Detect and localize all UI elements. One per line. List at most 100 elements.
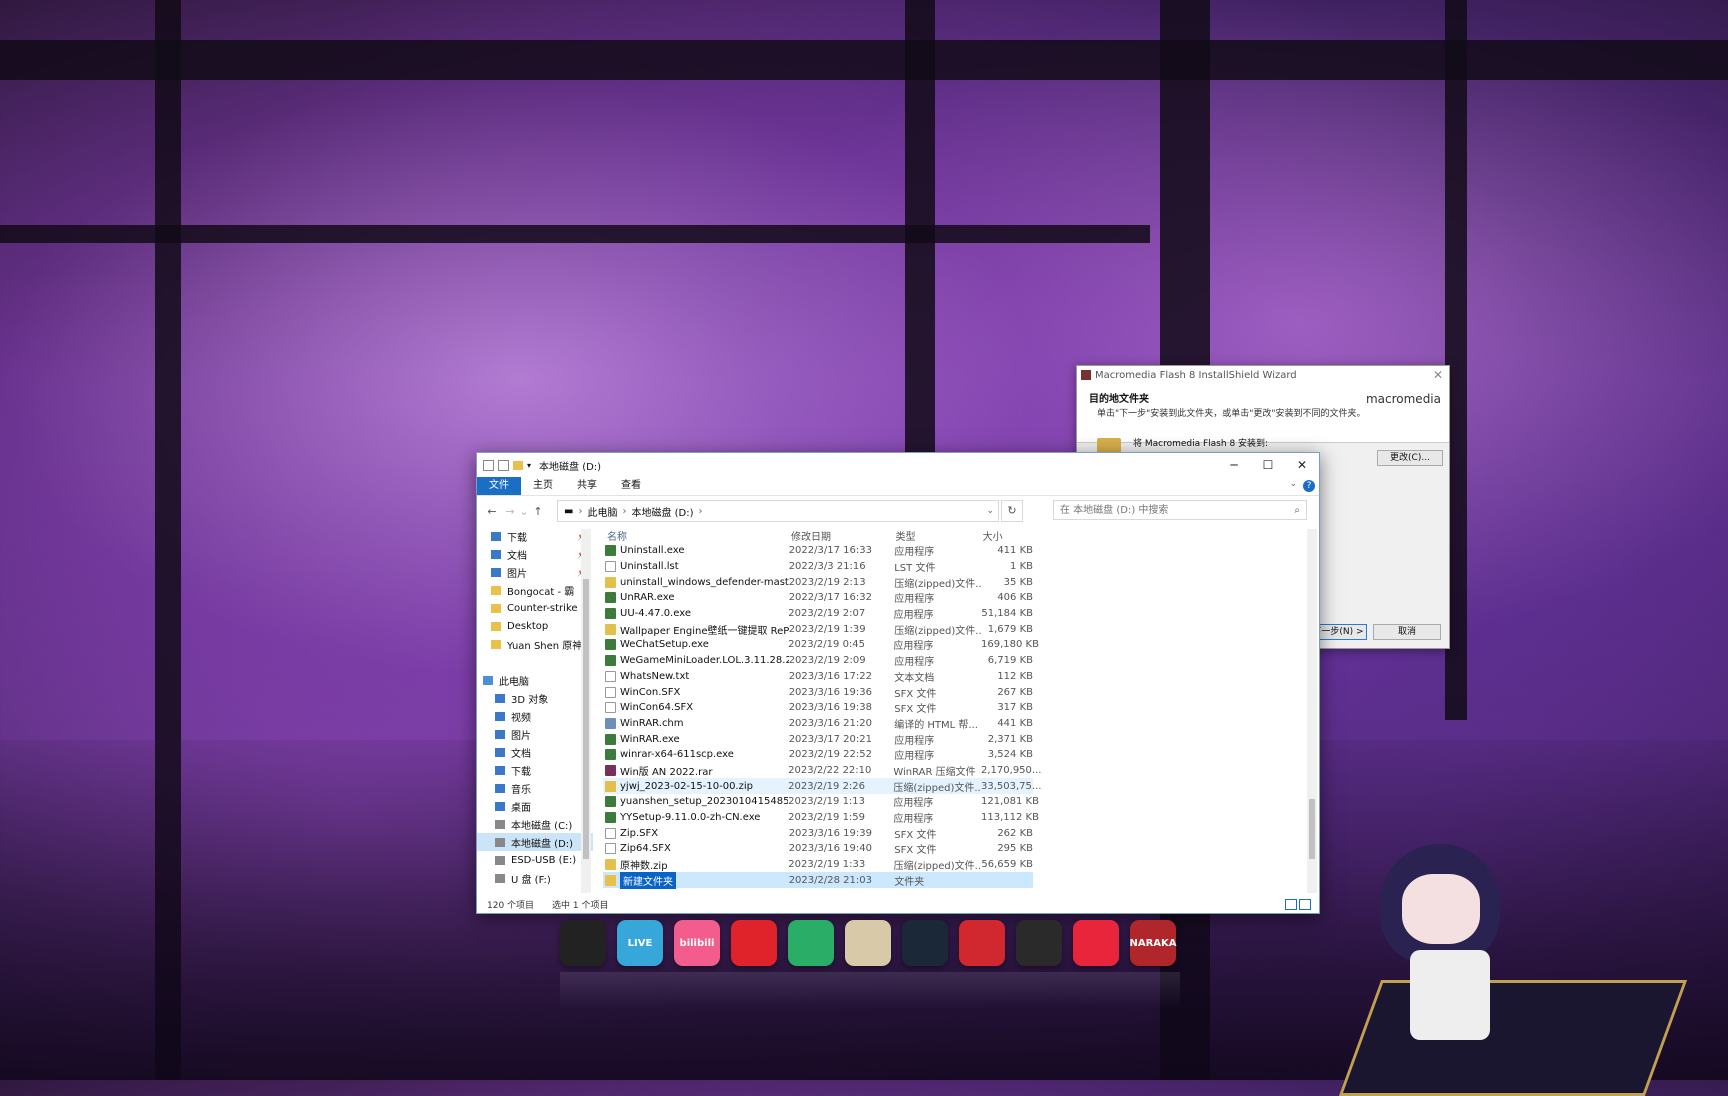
file-row[interactable]: 原神数.zip 2023/2/19 1:33 压缩(zipped)文件... 56,6… <box>603 857 1033 873</box>
tab-file[interactable]: 文件 <box>477 477 521 495</box>
file-row[interactable]: WinCon64.SFX 2023/3/16 19:38 SFX 文件 317 KB <box>603 700 1033 716</box>
close-button[interactable]: ✕ <box>1285 453 1319 477</box>
nav-item[interactable]: 视频 <box>477 707 593 725</box>
help-icon[interactable]: ? <box>1303 480 1315 492</box>
nav-item[interactable]: 本地磁盘 (D:) <box>477 833 593 851</box>
live-icon[interactable]: LIVE <box>617 920 663 966</box>
nav-item[interactable]: 音乐 <box>477 779 593 797</box>
nav-item[interactable]: Yuan Shen 原神 <box>477 635 593 653</box>
status-bar: 120 个项目 选中 1 个项目 <box>487 898 609 911</box>
search-icon[interactable]: ⌕ <box>1294 501 1300 521</box>
file-explorer-window[interactable]: ▾ 本地磁盘 (D:) ─ ☐ ✕ 文件 主页 共享 查看 ⌄ ? ← → ⌄ … <box>476 452 1320 914</box>
close-icon[interactable]: ✕ <box>1433 368 1443 382</box>
bilibili-icon[interactable]: bilibili <box>674 920 720 966</box>
tab-view[interactable]: 查看 <box>609 477 653 495</box>
nav-item[interactable]: 文档 <box>477 743 593 761</box>
large-icons-view-icon[interactable] <box>1299 899 1311 910</box>
file-row[interactable]: WeChatSetup.exe 2023/2/19 0:45 应用程序 169,180… <box>603 637 1039 653</box>
installer-titlebar[interactable]: Macromedia Flash 8 InstallShield Wizard <box>1077 366 1449 384</box>
netease-music-icon[interactable] <box>731 920 777 966</box>
file-list-scrollbar[interactable] <box>1307 529 1317 893</box>
chevron-right-icon[interactable]: › <box>699 506 703 517</box>
file-row[interactable]: UnRAR.exe 2022/3/17 16:32 应用程序 406 KB <box>603 590 1033 606</box>
file-row[interactable]: Uninstall.exe 2022/3/17 16:33 应用程序 411 KB <box>603 543 1033 559</box>
nav-scrollbar[interactable] <box>581 529 591 893</box>
nav-item[interactable]: 图片📌 <box>477 563 593 581</box>
details-view-icon[interactable] <box>1285 899 1297 910</box>
file-row[interactable]: WinCon.SFX 2023/3/16 19:36 SFX 文件 267 KB <box>603 684 1033 700</box>
file-row[interactable]: uninstall_windows_defender-master.zip202… <box>603 574 1033 590</box>
game-character-icon[interactable] <box>845 920 891 966</box>
file-row[interactable]: Wallpaper Engine壁纸一键提取 RePK... 2023/2/19 … <box>603 621 1033 637</box>
gamepad-icon[interactable] <box>959 920 1005 966</box>
scrollbar-thumb[interactable] <box>583 579 589 859</box>
file-row[interactable]: Zip64.SFX 2023/3/16 19:40 SFX 文件 295 KB <box>603 841 1033 857</box>
address-bar[interactable]: ▬ › 此电脑 › 本地磁盘 (D:) › ⌄ <box>557 500 999 522</box>
nav-item[interactable]: 文档📌 <box>477 545 593 563</box>
nav-item[interactable]: Counter-strike <box>477 599 593 617</box>
back-button[interactable]: ← <box>483 505 501 518</box>
obs-icon[interactable] <box>560 920 606 966</box>
column-size[interactable]: 大小 <box>983 528 1033 543</box>
doc-file-icon <box>605 827 616 839</box>
chevron-right-icon[interactable]: › <box>578 506 582 517</box>
nav-item[interactable]: U 盘 (F:) <box>477 869 593 887</box>
file-row[interactable]: WinRAR.exe 2023/3/17 20:21 应用程序 2,371 KB <box>603 731 1033 747</box>
chevron-right-icon[interactable]: › <box>622 506 626 517</box>
forward-button[interactable]: → <box>501 505 519 518</box>
search-input[interactable]: 在 本地磁盘 (D:) 中搜索 ⌕ <box>1053 500 1307 520</box>
explorer-titlebar[interactable]: ▾ 本地磁盘 (D:) ─ ☐ ✕ <box>477 453 1319 477</box>
file-row[interactable]: yjwj_2023-02-15-10-00.zip 2023/2/19 2:26 压… <box>603 778 1041 794</box>
file-row[interactable]: Uninstall.lst 2022/3/3 21:16 LST 文件 1 KB <box>603 559 1033 575</box>
file-row[interactable]: Zip.SFX 2023/3/16 19:39 SFX 文件 262 KB <box>603 825 1033 841</box>
nav-item[interactable]: ESD-USB (E:) <box>477 851 593 869</box>
desktop-mascot[interactable] <box>1338 830 1688 1096</box>
breadcrumb-this-pc[interactable]: 此电脑 <box>587 504 617 519</box>
tab-share[interactable]: 共享 <box>565 477 609 495</box>
steam-icon[interactable] <box>902 920 948 966</box>
nav-item[interactable]: 图片 <box>477 725 593 743</box>
file-row[interactable]: Win版 AN 2022.rar 2023/2/22 22:10 WinRAR 压缩… <box>603 763 1041 779</box>
column-type[interactable]: 类型 <box>896 528 983 543</box>
breadcrumb-drive-d[interactable]: 本地磁盘 (D:) <box>631 504 693 519</box>
maximize-button[interactable]: ☐ <box>1251 453 1285 477</box>
nav-item[interactable]: Bongocat - 霸 <box>477 581 593 599</box>
new-folder-icon[interactable] <box>513 460 523 470</box>
nav-item[interactable]: 此电脑 <box>477 671 593 689</box>
refresh-button[interactable]: ↻ <box>1001 500 1023 522</box>
naraka-icon[interactable]: NARAKA <box>1129 920 1177 966</box>
nav-item[interactable]: 下载📌 <box>477 527 593 545</box>
nav-item[interactable]: Desktop <box>477 617 593 635</box>
minimize-button[interactable]: ─ <box>1217 453 1251 477</box>
nav-item[interactable]: 桌面 <box>477 797 593 815</box>
file-row[interactable]: WeGameMiniLoader.LOL.3.11.28.202...2023/… <box>603 653 1033 669</box>
up-button[interactable]: ↑ <box>529 505 547 518</box>
nav-item[interactable]: 本地磁盘 (C:) <box>477 815 593 833</box>
cancel-button[interactable]: 取消 <box>1373 624 1441 640</box>
tab-home[interactable]: 主页 <box>521 477 565 495</box>
file-row[interactable]: UU-4.47.0.exe 2023/2/19 2:07 应用程序 51,184 KB <box>603 606 1033 622</box>
nav-item[interactable]: 下载 <box>477 761 593 779</box>
rename-input[interactable]: 新建文件夹 <box>620 871 676 889</box>
change-button[interactable]: 更改(C)... <box>1377 450 1443 466</box>
file-row[interactable]: 新建文件夹 2023/2/28 21:03 文件夹 <box>603 871 1033 889</box>
scrollbar-thumb[interactable] <box>1309 799 1315 859</box>
heartbeat-icon[interactable] <box>1073 920 1119 966</box>
recent-locations-icon[interactable]: ⌄ <box>519 505 529 518</box>
file-row[interactable]: YYSetup-9.11.0.0-zh-CN.exe 2023/2/19 1:59… <box>603 810 1039 826</box>
address-dropdown-icon[interactable]: ⌄ <box>986 506 994 516</box>
file-row[interactable]: WhatsNew.txt 2023/3/16 17:22 文本文档 112 KB <box>603 669 1033 685</box>
file-row[interactable]: WinRAR.chm 2023/3/16 21:20 编译的 HTML 帮... 44… <box>603 716 1033 732</box>
valorant-icon[interactable] <box>1016 920 1062 966</box>
column-name[interactable]: 名称 <box>603 528 791 543</box>
wechat-icon[interactable] <box>788 920 834 966</box>
file-row[interactable]: yuanshen_setup_20230104154851.exe2023/2/… <box>603 794 1039 810</box>
expand-ribbon-icon[interactable]: ⌄ <box>1289 479 1297 489</box>
file-row[interactable]: winrar-x64-611scp.exe 2023/2/19 22:52 应用程序… <box>603 747 1033 763</box>
file-type: 编译的 HTML 帮... <box>894 719 978 731</box>
chevron-down-icon[interactable]: ▾ <box>527 461 531 470</box>
column-date[interactable]: 修改日期 <box>791 528 896 543</box>
properties-icon[interactable] <box>498 459 509 471</box>
exe-file-icon <box>605 749 616 761</box>
nav-item[interactable]: 3D 对象 <box>477 689 593 707</box>
